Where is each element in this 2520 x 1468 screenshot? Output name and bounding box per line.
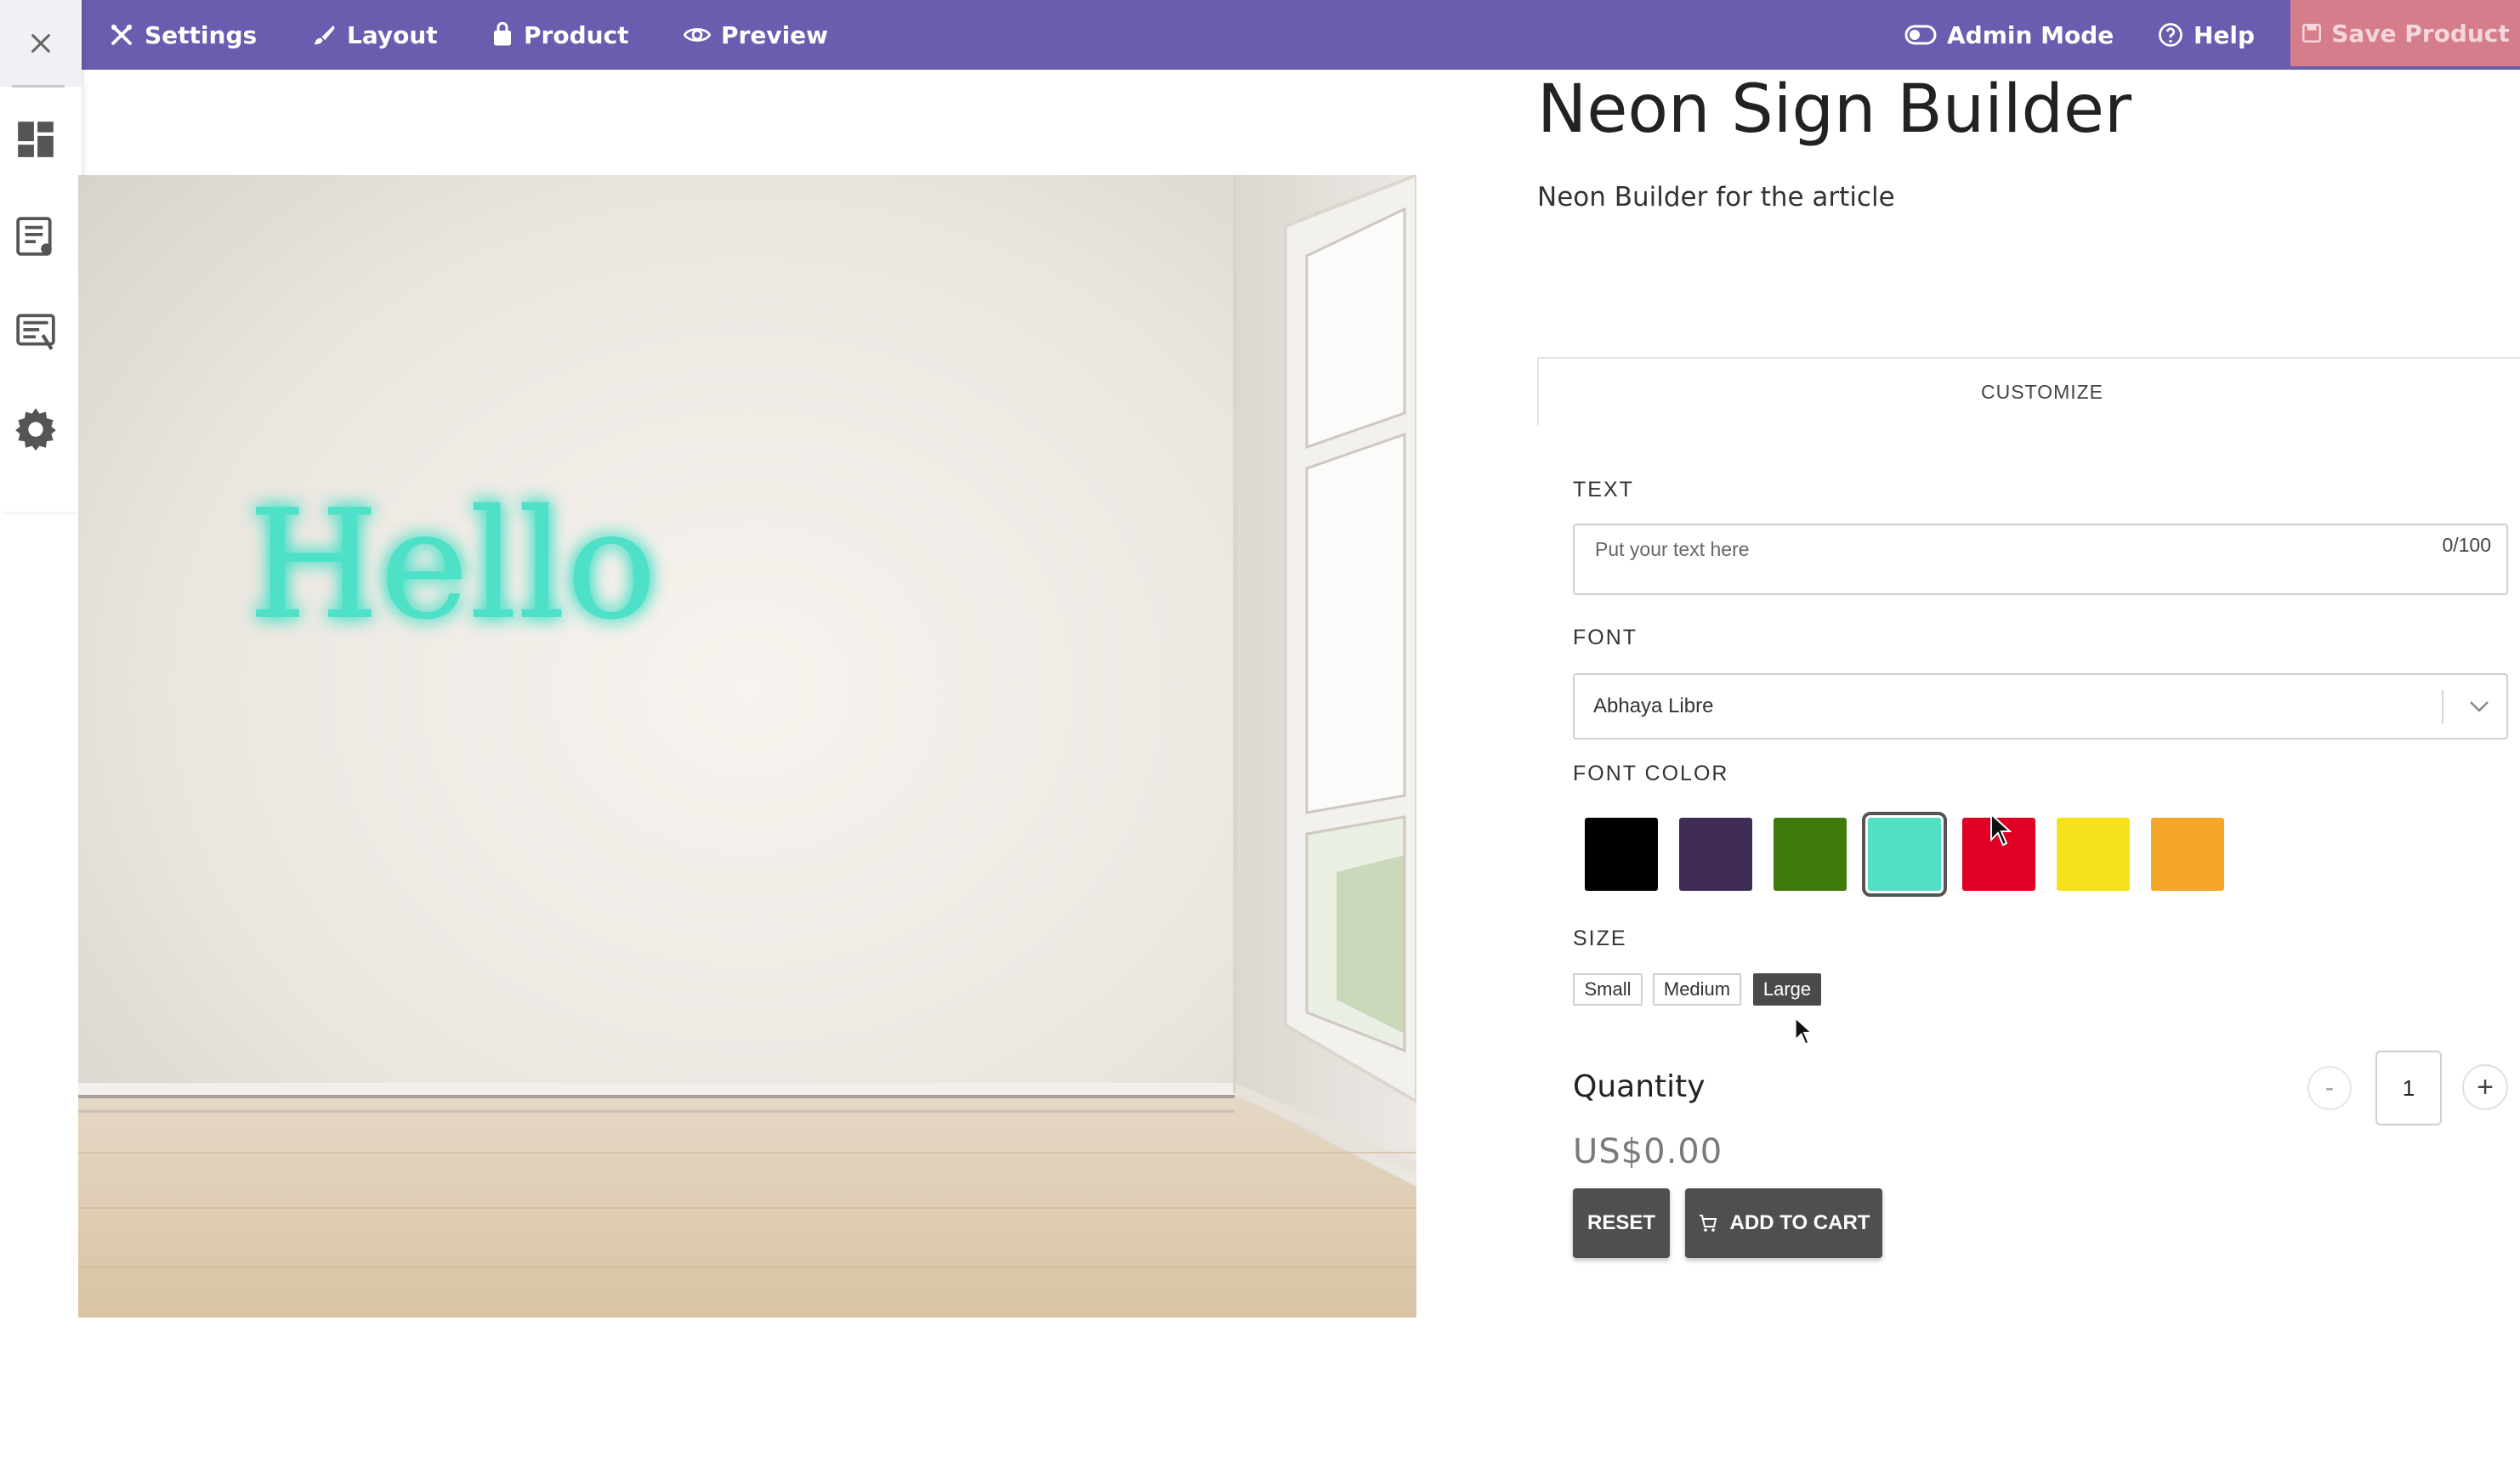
color-swatch-black[interactable] <box>1585 818 1658 891</box>
size-small-button[interactable]: Small <box>1573 973 1643 1006</box>
close-icon <box>31 34 50 53</box>
reset-button[interactable]: RESET <box>1573 1188 1670 1258</box>
quantity-input[interactable]: 1 <box>2375 1051 2442 1125</box>
text-character-counter: 0/100 <box>2442 534 2491 556</box>
neon-text-input[interactable] <box>1593 537 2362 562</box>
preview-menu[interactable]: Preview <box>684 0 828 70</box>
product-price: US$0.00 <box>1573 1132 1723 1171</box>
color-swatch-yellow[interactable] <box>2057 818 2130 891</box>
gear-icon <box>15 408 56 451</box>
save-icon <box>2302 23 2322 43</box>
add-to-cart-label: ADD TO CART <box>1729 1211 1870 1234</box>
text-input-field[interactable]: 0/100 <box>1573 524 2508 595</box>
close-button[interactable] <box>0 0 82 88</box>
text-label: TEXT <box>1573 478 1634 502</box>
sidebar-divider <box>12 85 65 88</box>
eye-icon <box>684 28 711 42</box>
brush-icon <box>314 25 335 45</box>
help-label: Help <box>2194 20 2256 49</box>
quantity-decrease-button[interactable]: - <box>2307 1066 2352 1110</box>
sidebar-item-list[interactable] <box>12 213 60 260</box>
save-product-button[interactable]: Save Product <box>2290 0 2520 66</box>
top-toolbar: Settings Layout Product Preview Admin Mo… <box>0 0 2520 70</box>
font-select-value: Abhaya Libre <box>1593 694 1714 717</box>
size-label: SIZE <box>1573 927 1627 950</box>
layout-menu[interactable]: Layout <box>311 0 438 70</box>
customize-tab[interactable]: CUSTOMIZE <box>1537 357 2520 425</box>
select-divider <box>2442 690 2443 724</box>
quantity-increase-button[interactable]: + <box>2462 1064 2508 1110</box>
size-medium-button[interactable]: Medium <box>1653 973 1741 1006</box>
product-label: Product <box>524 20 629 49</box>
admin-mode-toggle[interactable]: Admin Mode <box>1904 0 2114 70</box>
font-label: FONT <box>1573 626 1638 649</box>
room-scene: Hello <box>78 175 1416 1318</box>
product-title: Neon Sign Builder <box>1537 71 2132 148</box>
preview-label: Preview <box>721 20 829 49</box>
help-menu[interactable]: Help <box>2158 0 2255 70</box>
sidebar-item-settings[interactable] <box>12 405 60 452</box>
sidebar-item-list-settings[interactable] <box>12 308 60 355</box>
cart-icon <box>1699 1215 1717 1232</box>
add-to-cart-button[interactable]: ADD TO CART <box>1685 1188 1882 1258</box>
left-sidebar <box>0 0 82 512</box>
color-swatch-purple[interactable] <box>1679 818 1752 891</box>
toggle-icon <box>1904 25 1937 45</box>
mouse-cursor-icon <box>1990 813 2012 847</box>
list-icon <box>16 217 52 256</box>
save-product-label: Save Product <box>2331 19 2510 48</box>
dashboard-icon <box>18 122 54 157</box>
customize-tab-label: CUSTOMIZE <box>1980 380 2104 403</box>
bag-icon <box>494 22 511 46</box>
chevron-down-icon <box>2467 675 2491 738</box>
mouse-cursor-icon <box>1794 1017 1813 1046</box>
size-large-button[interactable]: Large <box>1753 973 1821 1006</box>
neon-preview-text: Hello <box>247 477 657 653</box>
reset-label: RESET <box>1586 1211 1655 1234</box>
quantity-label: Quantity <box>1573 1069 1706 1104</box>
product-menu[interactable]: Product <box>491 0 629 70</box>
list-settings-icon <box>16 314 55 350</box>
color-swatch-green[interactable] <box>1774 818 1847 891</box>
layout-label: Layout <box>347 20 438 49</box>
color-swatch-orange[interactable] <box>2151 818 2224 891</box>
sidebar-item-dashboard[interactable] <box>12 116 60 163</box>
help-icon <box>2159 23 2182 47</box>
settings-label: Settings <box>145 20 258 49</box>
product-preview-image: Hello <box>78 175 1416 1318</box>
settings-menu[interactable]: Settings <box>109 0 257 70</box>
font-color-label: FONT COLOR <box>1573 762 1729 785</box>
font-select[interactable]: Abhaya Libre <box>1573 673 2508 740</box>
tools-icon <box>111 25 132 45</box>
admin-mode-label: Admin Mode <box>1947 20 2114 49</box>
color-swatch-turquoise[interactable] <box>1862 812 1947 897</box>
product-description: Neon Builder for the article <box>1537 182 1895 213</box>
